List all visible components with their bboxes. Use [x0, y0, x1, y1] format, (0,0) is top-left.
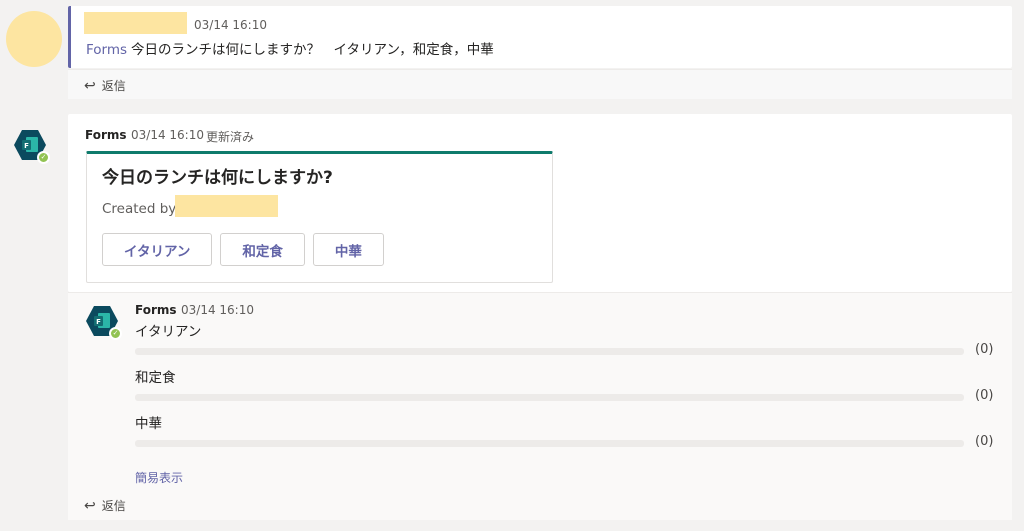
message-timestamp: 03/14 16:10: [194, 18, 267, 32]
reply-button[interactable]: ↩ 返信: [84, 77, 126, 94]
forms-link[interactable]: Forms: [86, 42, 127, 58]
poll-question: 今日のランチは何にしますか?: [102, 168, 333, 188]
reply-label: 返信: [101, 79, 126, 93]
redacted-creator-name: [175, 195, 278, 217]
message-text: 今日のランチは何にしますか？ イタリアン，和定食，中華: [131, 42, 494, 58]
result-bar: [135, 440, 964, 447]
message-2: Forms 03/14 16:10 更新済み 今日のランチは何にしますか? Cr…: [68, 114, 1012, 292]
result-label: イタリアン: [135, 324, 202, 340]
check-status-icon: ✓: [109, 327, 122, 340]
check-status-icon: ✓: [37, 151, 50, 164]
result-bar: [135, 348, 964, 355]
reply-label: 返信: [101, 499, 126, 513]
svg-text:F: F: [24, 142, 29, 150]
sender-name[interactable]: Forms: [135, 303, 177, 317]
simple-view-link[interactable]: 簡易表示: [135, 469, 183, 486]
result-row: 和定食 (0): [135, 366, 1005, 403]
results-thread: F ✓ Forms 03/14 16:10 イタリアン (0) 和定食 (0) …: [68, 292, 1012, 520]
user-avatar[interactable]: [6, 11, 62, 67]
svg-text:F: F: [96, 318, 101, 326]
option-button-chinese[interactable]: 中華: [312, 233, 384, 266]
reply-button[interactable]: ↩ 返信: [84, 497, 126, 514]
result-bar: [135, 394, 964, 401]
result-row: イタリアン (0): [135, 320, 1005, 357]
result-count: (0): [975, 342, 994, 357]
message-timestamp: 03/14 16:10: [131, 128, 204, 142]
message-1: 03/14 16:10 Forms 今日のランチは何にしますか？ イタリアン，和定…: [68, 6, 1012, 68]
forms-app-avatar[interactable]: F ✓: [85, 304, 122, 340]
reply-arrow-icon: ↩: [84, 497, 96, 514]
result-label: 和定食: [135, 370, 176, 386]
forms-poll-card: 今日のランチは何にしますか? Created by イタリアン 和定食 中華: [86, 151, 553, 283]
result-row: 中華 (0): [135, 412, 1005, 449]
reply-bar-1: ↩ 返信: [68, 69, 1012, 99]
message-body: Forms 今日のランチは何にしますか？ イタリアン，和定食，中華: [86, 38, 494, 58]
result-label: 中華: [135, 416, 162, 432]
redacted-sender-name: [84, 12, 187, 34]
option-button-italian[interactable]: イタリアン: [102, 233, 213, 266]
forms-app-avatar[interactable]: F ✓: [13, 128, 50, 164]
poll-options: イタリアン 和定食 中華: [102, 233, 384, 266]
sender-name[interactable]: Forms: [85, 128, 127, 142]
edited-label: 更新済み: [206, 130, 255, 144]
created-by-label: Created by: [102, 201, 177, 217]
result-count: (0): [975, 434, 994, 449]
result-count: (0): [975, 388, 994, 403]
message-timestamp: 03/14 16:10: [181, 303, 254, 317]
option-button-japanese[interactable]: 和定食: [220, 233, 305, 266]
reply-arrow-icon: ↩: [84, 77, 96, 94]
